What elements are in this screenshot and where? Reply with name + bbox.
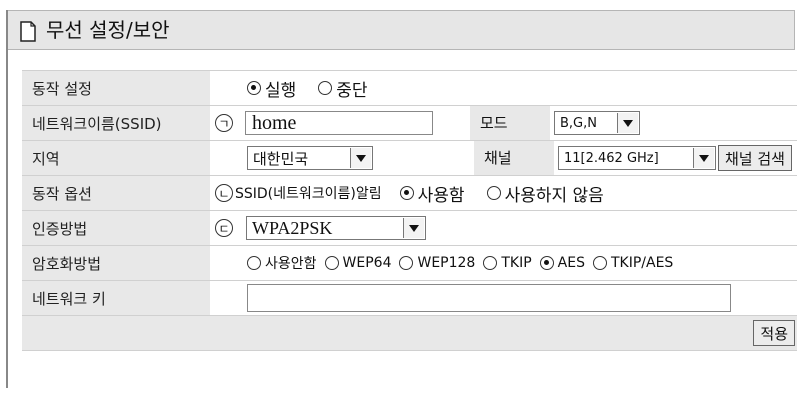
row-network-key: 네트워크 키 <box>22 280 797 316</box>
dropdown-arrow-icon <box>403 218 424 238</box>
radio-selected-icon <box>247 81 261 95</box>
radio-unselected-icon <box>592 256 607 270</box>
dropdown-arrow-icon <box>350 148 371 168</box>
row-region: 지역 대한민국 채널 11[2.462 GHz] 채널 검색 <box>22 140 797 176</box>
channel-label: 채널 <box>474 141 554 175</box>
marker-nieun-icon: ㄴ <box>215 184 233 202</box>
radio-selected-icon <box>399 186 414 200</box>
ssid-input[interactable]: home <box>245 111 433 135</box>
row-label: 동작 설정 <box>22 70 210 106</box>
row-label: 암호화방법 <box>22 245 210 281</box>
radio-unselected-icon <box>399 256 414 270</box>
row-options: 동작 옵션 ㄴ SSID(네트워크이름)알림 사용함 사용하지 않음 <box>22 175 797 211</box>
mode-select-value: B,G,N <box>560 115 597 131</box>
region-select-value: 대한민국 <box>253 149 309 168</box>
row-apply: 적용 <box>22 315 797 351</box>
radio-selected-icon <box>539 256 554 270</box>
radio-stop[interactable]: 중단 <box>318 76 368 101</box>
radio-enc-tkip[interactable]: TKIP <box>483 255 532 271</box>
ssid-broadcast-label: SSID(네트워크이름)알림 <box>235 186 382 202</box>
row-label: 네트워크 키 <box>22 280 210 316</box>
radio-enc-wep64-label: WEP64 <box>342 255 392 271</box>
dropdown-arrow-icon <box>693 148 714 168</box>
radio-enc-tkip-label: TKIP <box>501 255 532 271</box>
apply-button[interactable]: 적용 <box>753 320 795 346</box>
radio-unselected-icon <box>486 186 501 200</box>
document-icon <box>20 21 36 42</box>
auth-select[interactable]: WPA2PSK <box>246 216 426 240</box>
radio-unselected-icon <box>483 256 498 270</box>
radio-broadcast-off[interactable]: 사용하지 않음 <box>486 181 604 206</box>
settings-table: 동작 설정 실행 중단 네트워크이름(SSID) ㄱ home 모드 B,G,N… <box>22 70 797 351</box>
radio-enc-wep64[interactable]: WEP64 <box>324 255 392 271</box>
radio-run[interactable]: 실행 <box>247 76 296 101</box>
row-label: 네트워크이름(SSID) <box>22 105 210 141</box>
title-bar: 무선 설정/보안 <box>8 10 795 50</box>
auth-select-value: WPA2PSK <box>252 217 333 238</box>
radio-run-label: 실행 <box>265 80 297 101</box>
row-encryption: 암호화방법 사용안함 WEP64 WEP128 TKIP AES TKIP/AE… <box>22 245 797 281</box>
radio-enc-aes-label: AES <box>557 255 585 271</box>
network-key-input[interactable] <box>247 284 731 312</box>
channel-select-value: 11[2.462 GHz] <box>564 150 659 166</box>
marker-digeut-icon: ㄷ <box>215 219 233 237</box>
radio-enc-wep128[interactable]: WEP128 <box>399 255 475 271</box>
radio-enc-none[interactable]: 사용안함 <box>247 253 317 273</box>
row-label: 동작 옵션 <box>22 175 210 211</box>
row-operation: 동작 설정 실행 중단 <box>22 70 797 106</box>
row-label-empty <box>22 315 210 351</box>
radio-enc-wep128-label: WEP128 <box>417 255 476 271</box>
mode-select[interactable]: B,G,N <box>554 111 640 135</box>
radio-enc-tkip-aes-label: TKIP/AES <box>610 255 674 271</box>
row-auth: 인증방법 ㄷ WPA2PSK <box>22 210 797 246</box>
radio-enc-aes[interactable]: AES <box>539 255 585 271</box>
radio-broadcast-off-label: 사용하지 않음 <box>504 185 604 206</box>
radio-unselected-icon <box>324 256 339 270</box>
radio-stop-label: 중단 <box>336 80 368 101</box>
row-label: 인증방법 <box>22 210 210 246</box>
radio-broadcast-on-label: 사용함 <box>417 185 465 206</box>
channel-scan-button[interactable]: 채널 검색 <box>718 145 792 171</box>
row-ssid: 네트워크이름(SSID) ㄱ home 모드 B,G,N <box>22 105 797 141</box>
radio-unselected-icon <box>318 81 333 95</box>
radio-unselected-icon <box>247 256 261 270</box>
radio-broadcast-on[interactable]: 사용함 <box>399 181 465 206</box>
region-select[interactable]: 대한민국 <box>247 146 373 170</box>
wireless-settings-panel: 무선 설정/보안 동작 설정 실행 중단 네트워크이름(SSID) ㄱ home… <box>6 10 797 388</box>
dropdown-arrow-icon <box>617 113 638 133</box>
page-title: 무선 설정/보안 <box>46 18 170 42</box>
mode-label: 모드 <box>470 106 550 140</box>
row-label: 지역 <box>22 140 210 176</box>
channel-select[interactable]: 11[2.462 GHz] <box>558 146 716 170</box>
radio-enc-tkip-aes[interactable]: TKIP/AES <box>592 255 674 271</box>
radio-enc-none-label: 사용안함 <box>265 256 317 272</box>
marker-giyeok-icon: ㄱ <box>215 114 233 132</box>
